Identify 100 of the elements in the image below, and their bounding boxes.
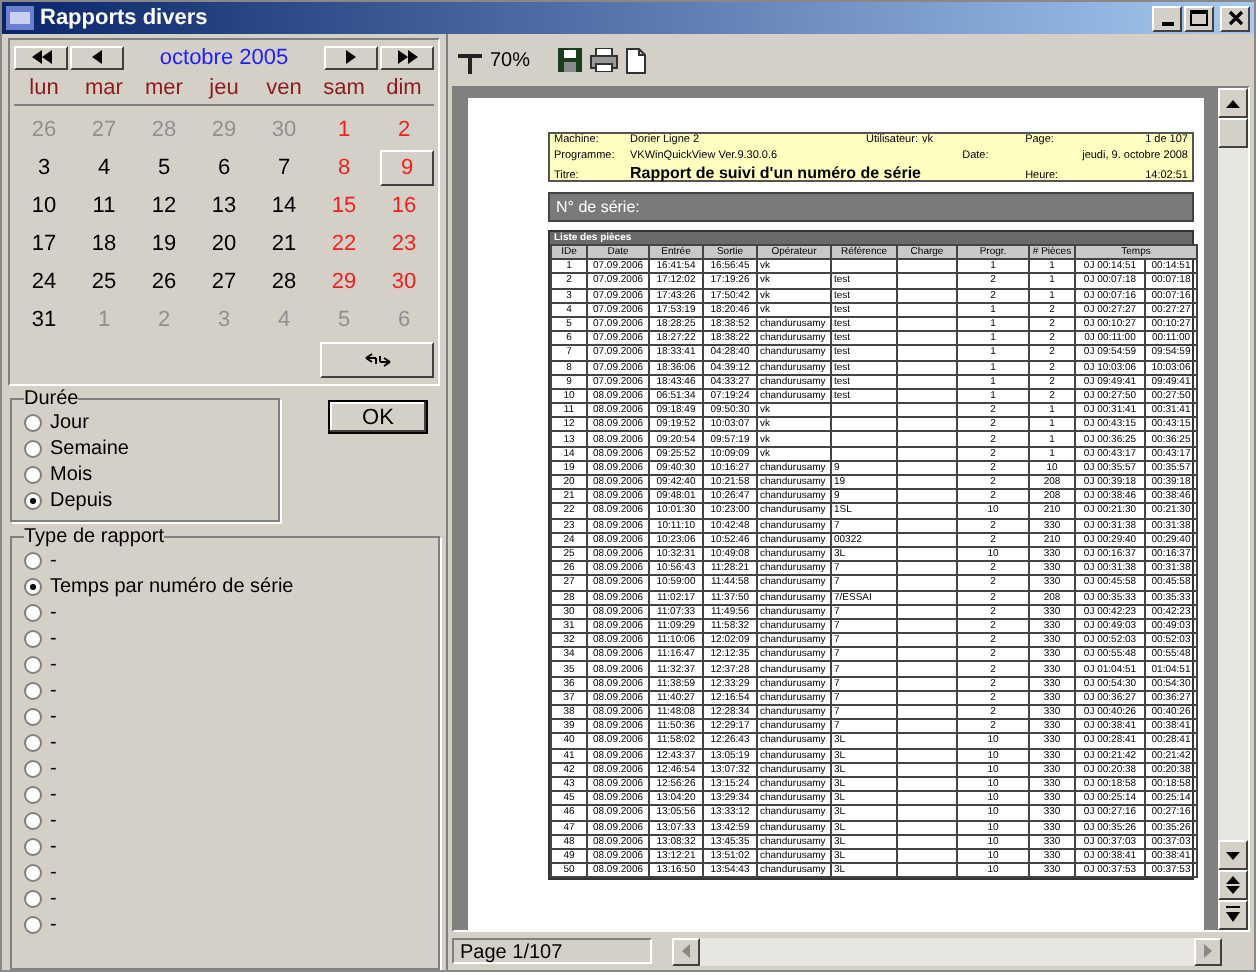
calendar-day[interactable]: 19 <box>151 229 177 257</box>
option-label: Jour <box>50 412 89 434</box>
vertical-scrollbar[interactable] <box>1218 88 1248 930</box>
double-right-triangle-icon <box>397 50 417 64</box>
blank-page-icon[interactable] <box>626 47 647 73</box>
radio-button[interactable] <box>24 414 42 432</box>
radio-option[interactable]: Semaine <box>24 436 266 462</box>
calendar-day[interactable]: 13 <box>211 191 237 219</box>
option-label: - <box>50 550 57 572</box>
calendar-day[interactable]: 26 <box>151 267 177 295</box>
weekday-label: lun <box>29 76 59 100</box>
scroll-thumb[interactable] <box>1218 118 1248 148</box>
option-label: Temps par numéro de série <box>50 576 294 598</box>
close-button[interactable] <box>1220 5 1250 31</box>
radio-button[interactable] <box>24 604 42 622</box>
radio-option[interactable]: Mois <box>24 462 266 488</box>
radio-button[interactable] <box>24 734 42 752</box>
ok-button[interactable]: OK <box>328 400 428 434</box>
radio-option[interactable]: - <box>24 652 426 678</box>
radio-button[interactable] <box>24 656 42 674</box>
option-label: - <box>50 680 57 702</box>
next-year-button[interactable] <box>380 45 434 69</box>
weekday-label: mar <box>85 76 123 100</box>
calendar-day[interactable]: 21 <box>271 229 297 257</box>
zoom-level[interactable]: 70% <box>490 49 531 71</box>
calendar-day[interactable]: 12 <box>151 191 177 219</box>
option-label: - <box>50 628 57 650</box>
radio-button[interactable] <box>24 786 42 804</box>
radio-option[interactable]: - <box>24 886 426 912</box>
next-month-button[interactable] <box>324 45 378 69</box>
option-label: - <box>50 888 57 910</box>
radio-option[interactable]: - <box>24 626 426 652</box>
calendar-day[interactable]: 14 <box>271 191 297 219</box>
scroll-down-button[interactable] <box>1218 840 1248 870</box>
horizontal-scrollbar[interactable] <box>672 937 1222 965</box>
calendar-day[interactable]: 24 <box>31 267 57 295</box>
down-triangle-icon <box>1226 851 1240 859</box>
radio-option[interactable]: Temps par numéro de série <box>24 574 426 600</box>
calendar-day[interactable]: 3 <box>37 153 51 181</box>
previous-year-button[interactable] <box>14 45 68 69</box>
radio-button[interactable] <box>24 630 42 648</box>
calendar-day[interactable]: 10 <box>31 191 57 219</box>
up-triangle-icon <box>1226 99 1240 107</box>
previous-month-button[interactable] <box>70 45 124 69</box>
calendar-day[interactable]: 27 <box>211 267 237 295</box>
radio-button[interactable] <box>24 708 42 726</box>
radio-button[interactable] <box>24 812 42 830</box>
radio-button[interactable] <box>24 838 42 856</box>
radio-option[interactable]: Depuis <box>24 488 266 514</box>
radio-button[interactable] <box>24 552 42 570</box>
radio-option[interactable]: - <box>24 834 426 860</box>
calendar-day[interactable]: 31 <box>31 305 57 333</box>
maximize-button[interactable] <box>1184 5 1214 31</box>
radio-option[interactable]: - <box>24 548 426 574</box>
calendar-day[interactable]: 25 <box>91 267 117 295</box>
calendar-day[interactable]: 5 <box>157 153 171 181</box>
save-icon[interactable] <box>558 48 583 72</box>
scroll-right-button[interactable] <box>1194 937 1222 965</box>
calendar-day[interactable]: 17 <box>31 229 57 257</box>
double-left-triangle-icon <box>31 50 51 64</box>
radio-button[interactable] <box>24 916 42 934</box>
radio-option[interactable]: - <box>24 704 426 730</box>
radio-button[interactable] <box>24 890 42 908</box>
calendar-day[interactable]: 11 <box>92 191 116 219</box>
calendar-day[interactable]: 7 <box>277 153 291 181</box>
app-icon <box>6 6 34 30</box>
weekday-label: sam <box>323 76 365 100</box>
return-button[interactable] <box>320 342 434 378</box>
option-label: Semaine <box>50 438 129 460</box>
radio-option[interactable]: - <box>24 808 426 834</box>
calendar-day[interactable]: 28 <box>271 267 297 295</box>
radio-button[interactable] <box>24 440 42 458</box>
option-label: Mois <box>50 464 93 486</box>
radio-button[interactable] <box>24 864 42 882</box>
calendar-day[interactable]: 6 <box>217 153 231 181</box>
radio-option[interactable]: - <box>24 678 426 704</box>
next-page-button[interactable] <box>1218 900 1248 930</box>
radio-option[interactable]: - <box>24 782 426 808</box>
calendar-day[interactable]: 4 <box>97 153 111 181</box>
radio-button[interactable] <box>24 578 42 596</box>
minimize-button[interactable] <box>1152 5 1182 31</box>
radio-option[interactable]: - <box>24 600 426 626</box>
previous-page-button[interactable] <box>1218 870 1248 900</box>
radio-button[interactable] <box>24 760 42 778</box>
option-label: - <box>50 654 57 676</box>
scroll-up-button[interactable] <box>1218 88 1248 118</box>
scroll-left-button[interactable] <box>672 937 700 965</box>
print-icon[interactable] <box>590 48 619 72</box>
radio-button[interactable] <box>24 492 42 510</box>
radio-button[interactable] <box>24 682 42 700</box>
radio-option[interactable]: - <box>24 860 426 886</box>
calendar-day[interactable]: 18 <box>91 229 117 257</box>
serial-label: N° de série: <box>556 197 640 215</box>
calendar-day[interactable]: 20 <box>211 229 237 257</box>
radio-button[interactable] <box>24 466 42 484</box>
radio-option[interactable]: Jour <box>24 410 266 436</box>
option-label: - <box>50 810 57 832</box>
radio-option[interactable]: - <box>24 756 426 782</box>
radio-option[interactable]: - <box>24 730 426 756</box>
radio-option[interactable]: - <box>24 912 426 938</box>
